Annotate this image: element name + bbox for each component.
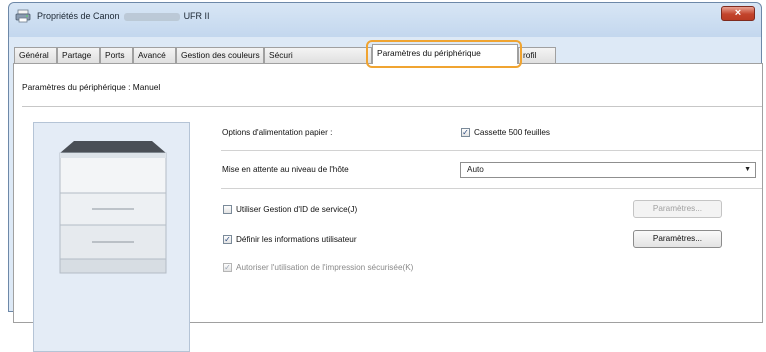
user-info-label: Définir les informations utilisateur [236,235,357,244]
tab-advanced[interactable]: Avancé [133,47,176,63]
window-title: Propriétés de Canon UFR II [37,11,210,21]
tab-ports[interactable]: Ports [100,47,133,63]
checkmark-icon: ✓ [224,235,231,244]
checkmark-icon: ✓ [462,128,469,137]
department-id-settings-button[interactable]: Paramètres... [633,200,722,218]
paper-feed-options-label: Options d'alimentation papier : [222,128,333,137]
host-spooling-label: Mise en attente au niveau de l'hôte [222,165,349,174]
user-info-settings-button[interactable]: Paramètres... [633,230,722,248]
printer-app-icon [15,9,31,23]
tab-sharing[interactable]: Partage [57,47,100,63]
printer-illustration-icon [59,141,167,274]
user-info-checkbox[interactable]: ✓ [223,235,232,244]
row-divider [221,150,762,151]
panel-heading: Paramètres du périphérique : Manuel [22,82,161,92]
redacted-model-name [123,12,180,21]
printer-preview [33,122,190,352]
device-settings-panel: Paramètres du périphérique : Manuel Opti… [13,63,763,352]
cassette-label: Cassette 500 feuilles [474,128,551,137]
cassette-checkbox[interactable]: ✓ [461,128,470,137]
secure-print-checkbox[interactable]: ✓ [223,263,232,272]
department-id-label: Utiliser Gestion d'ID de service(J) [236,205,358,214]
host-spooling-select[interactable]: Auto ▼ [460,162,756,178]
tab-general[interactable]: Général [14,47,57,63]
host-spooling-value: Auto [467,165,484,174]
tab-device-settings[interactable]: Paramètres du périphérique [372,44,518,64]
department-id-checkbox[interactable] [223,205,232,214]
heading-divider [22,106,762,107]
checkmark-icon: ✓ [224,263,231,272]
tab-security[interactable]: Sécuri [264,47,372,63]
window-title-suffix: UFR II [183,11,210,21]
tab-color-management[interactable]: Gestion des couleurs [176,47,264,63]
title-bar[interactable]: Propriétés de Canon UFR II × [9,3,761,37]
row-divider [221,188,762,189]
window-title-prefix: Propriétés de Canon [37,11,120,21]
tab-profile[interactable]: rofil [518,47,556,63]
close-icon: × [734,7,742,19]
close-button[interactable]: × [721,6,755,21]
secure-print-label: Autoriser l'utilisation de l'impression … [236,263,414,272]
dropdown-arrow-icon: ▼ [744,166,751,173]
